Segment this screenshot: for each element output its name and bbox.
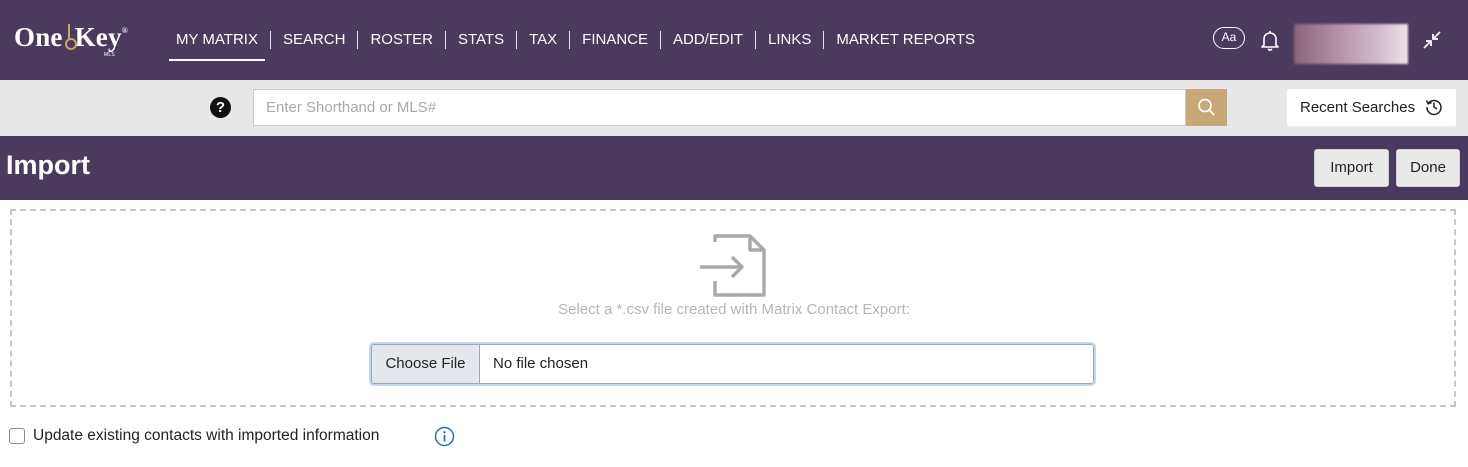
recent-searches-button[interactable]: Recent Searches bbox=[1287, 89, 1456, 126]
page-title: Import bbox=[6, 150, 90, 180]
nav-divider bbox=[269, 31, 271, 49]
search-button[interactable] bbox=[1186, 89, 1227, 126]
nav-market-reports[interactable]: MARKET REPORTS bbox=[828, 0, 983, 80]
main-menu: MY MATRIX SEARCH ROSTER STATS TAX FINANC… bbox=[168, 0, 983, 80]
nav-search[interactable]: SEARCH bbox=[275, 0, 354, 80]
recent-searches-label: Recent Searches bbox=[1300, 99, 1416, 116]
file-import-icon bbox=[700, 234, 766, 297]
nav-add-edit[interactable]: ADD/EDIT bbox=[665, 0, 751, 80]
collapse-icon[interactable] bbox=[1422, 30, 1442, 50]
nav-divider bbox=[516, 31, 518, 49]
nav-links[interactable]: LINKS bbox=[760, 0, 819, 80]
nav-divider bbox=[755, 31, 757, 49]
nav-finance[interactable]: FINANCE bbox=[574, 0, 656, 80]
update-existing-checkbox[interactable] bbox=[9, 428, 25, 444]
nav-roster[interactable]: ROSTER bbox=[362, 0, 441, 80]
choose-file-button[interactable]: Choose File bbox=[372, 345, 480, 383]
nav-my-matrix[interactable]: MY MATRIX bbox=[168, 0, 266, 80]
nav-divider bbox=[823, 31, 825, 49]
text-size-button[interactable]: Aa bbox=[1213, 27, 1245, 49]
nav-stats[interactable]: STATS bbox=[450, 0, 512, 80]
logo-subtext: MLS bbox=[104, 52, 115, 58]
logo-text-key: Key bbox=[74, 22, 122, 52]
registered-mark: ® bbox=[121, 26, 128, 35]
top-nav: One Key® MLS MY MATRIX SEARCH ROSTER STATS… bbox=[0, 0, 1468, 80]
history-icon bbox=[1425, 99, 1442, 116]
nav-divider bbox=[569, 31, 571, 49]
nav-divider bbox=[660, 31, 662, 49]
nav-divider bbox=[444, 31, 446, 49]
nav-divider bbox=[357, 31, 359, 49]
update-existing-label[interactable]: Update existing contacts with imported i… bbox=[33, 427, 379, 445]
nav-tax[interactable]: TAX bbox=[521, 0, 565, 80]
onekey-logo[interactable]: One Key® MLS bbox=[14, 22, 128, 58]
info-icon[interactable] bbox=[434, 426, 455, 447]
search-icon bbox=[1198, 98, 1215, 116]
bell-icon[interactable] bbox=[1258, 28, 1282, 52]
avatar[interactable] bbox=[1294, 24, 1408, 64]
page-header bbox=[0, 136, 1468, 200]
help-icon[interactable]: ? bbox=[210, 97, 231, 118]
drop-instruction: Select a *.csv file created with Matrix … bbox=[558, 301, 910, 318]
shorthand-search-input[interactable] bbox=[253, 89, 1186, 126]
logo-text-one: One bbox=[14, 22, 63, 52]
done-button[interactable]: Done bbox=[1396, 149, 1460, 187]
import-button[interactable]: Import bbox=[1314, 149, 1389, 187]
file-status-text: No file chosen bbox=[493, 355, 589, 372]
key-icon bbox=[64, 24, 77, 50]
file-input[interactable]: Choose File No file chosen bbox=[371, 344, 1094, 384]
